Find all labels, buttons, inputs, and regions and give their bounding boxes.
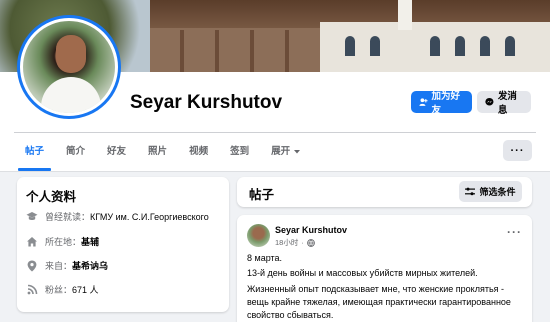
message-label: 发消息 (497, 91, 517, 116)
messenger-icon (485, 97, 494, 106)
user-plus-icon (419, 98, 428, 106)
tab-posts[interactable]: 帖子 (14, 133, 55, 171)
tab-label: 好友 (107, 146, 127, 157)
education-prefix: 曾经就读： (45, 212, 91, 222)
message-button[interactable]: 发消息 (477, 91, 531, 116)
home-icon (26, 236, 38, 248)
filter-icon (465, 187, 476, 196)
filter-button[interactable]: 筛选条件 (459, 181, 522, 202)
tab-about[interactable]: 简介 (55, 133, 96, 171)
tab-label: 简介 (66, 146, 86, 157)
profile-tabs: 帖子 简介 好友 照片 视频 签到 展开 (14, 133, 312, 171)
post-options-button[interactable]: ··· (507, 225, 522, 239)
tab-friends[interactable]: 好友 (96, 133, 137, 171)
graduation-cap-icon (26, 211, 38, 223)
profile-avatar[interactable] (17, 15, 121, 119)
intro-followers: 粉丝： 671 人 (26, 283, 99, 296)
post-date-line: 8 марта. (247, 253, 283, 263)
tab-more[interactable]: 展开 (260, 133, 312, 171)
intro-hometown: 来自： 基希讷乌 (26, 259, 108, 272)
hometown-link[interactable]: 基希讷乌 (72, 259, 108, 272)
location-prefix: 所在地： (45, 237, 82, 247)
profile-name: Seyar Kurshutov (130, 92, 283, 113)
intro-title: 个人资料 (26, 190, 77, 204)
post-card: Seyar Kurshutov 18小时 · ··· 8 марта. 13-й… (237, 215, 532, 322)
followers-prefix: 粉丝： (45, 285, 73, 295)
tab-label: 视频 (189, 146, 209, 157)
add-friend-label: 加为好友 (431, 91, 461, 116)
tab-videos[interactable]: 视频 (178, 133, 219, 171)
post-author-avatar[interactable] (247, 224, 270, 247)
posts-title: 帖子 (249, 188, 275, 202)
tab-label: 照片 (148, 146, 168, 157)
globe-icon (306, 238, 315, 247)
tab-photos[interactable]: 照片 (137, 133, 178, 171)
post-paragraph-1: 13-й день войны и массовых убийств мирны… (247, 268, 478, 278)
filter-label: 筛选条件 (479, 187, 516, 197)
more-options-button[interactable]: ··· (503, 140, 532, 161)
tab-checkins[interactable]: 签到 (219, 133, 260, 171)
followers-count[interactable]: 671 人 (72, 283, 99, 296)
location-link[interactable]: 基辅 (81, 235, 99, 248)
posts-section-header: 帖子 筛选条件 (237, 177, 532, 207)
post-paragraph-2: Жизненный опыт подсказывает мне, что жен… (247, 284, 511, 320)
separator-dot: · (301, 238, 304, 247)
tab-label: 帖子 (25, 146, 45, 157)
education-link[interactable]: КГМУ им. С.И.Георгиевского (90, 212, 209, 222)
post-time-text[interactable]: 18小时 (275, 237, 298, 248)
add-friend-button[interactable]: 加为好友 (411, 91, 472, 116)
tab-label: 展开 (271, 146, 291, 157)
intro-location: 所在地： 基辅 (26, 235, 99, 248)
post-author-name[interactable]: Seyar Kurshutov (275, 225, 347, 235)
intro-education: 曾经就读： КГМУ им. С.И.Георгиевского (26, 210, 209, 223)
intro-card: 个人资料 曾经就读： КГМУ им. С.И.Георгиевского 所在地… (17, 177, 229, 312)
chevron-down-icon (294, 150, 301, 154)
post-timestamp: 18小时 · (275, 237, 315, 248)
rss-icon (26, 284, 38, 296)
tab-label: 签到 (230, 146, 250, 157)
hometown-prefix: 来自： (45, 261, 73, 271)
location-pin-icon (26, 260, 38, 272)
